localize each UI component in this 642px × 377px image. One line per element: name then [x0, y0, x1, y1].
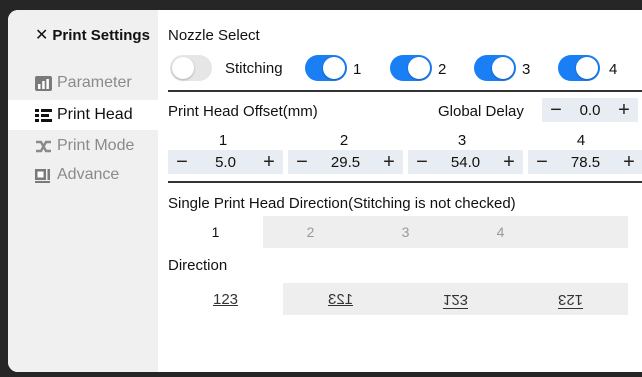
sidebar-item-label: Print Head	[57, 106, 133, 123]
direction-option-mirror-horizontal[interactable]: 123	[283, 283, 398, 315]
stitching-toggle[interactable]	[170, 55, 212, 81]
close-icon[interactable]: ✕	[35, 27, 48, 44]
direction-option-rotate[interactable]: 123	[513, 283, 628, 315]
offset-2-minus-button[interactable]: −	[294, 152, 310, 172]
direction-option-text: 123	[442, 290, 469, 308]
offset-column-4-label: 4	[576, 132, 586, 149]
offset-column-1-label: 1	[218, 132, 228, 149]
sidebar-title-text: Print Settings	[52, 27, 150, 44]
sidebar-item-print-head[interactable]: Print Head	[8, 100, 158, 130]
stitching-label: Stitching	[225, 60, 283, 77]
sidebar-item-print-mode[interactable]: Print Mode	[8, 131, 158, 161]
shuffle-icon	[36, 140, 51, 152]
offset-2-plus-button[interactable]: +	[381, 152, 397, 172]
direction-option-text: 123	[212, 290, 239, 308]
direction-option-normal[interactable]: 123	[168, 283, 283, 315]
offset-4-value[interactable]: 78.5	[571, 154, 600, 171]
offset-stepper-1: − 5.0 +	[168, 150, 283, 174]
global-delay-plus-button[interactable]: +	[616, 100, 632, 120]
offset-3-value[interactable]: 54.0	[451, 154, 480, 171]
direction-label: Direction	[168, 257, 228, 274]
section-divider	[168, 90, 642, 92]
global-delay-minus-button[interactable]: −	[548, 100, 564, 120]
head-tab-3[interactable]: 3	[358, 216, 453, 248]
nozzle-4-toggle[interactable]	[558, 55, 600, 81]
offset-4-plus-button[interactable]: +	[621, 152, 637, 172]
nozzle-1-toggle[interactable]	[305, 55, 347, 81]
list-icon	[35, 108, 52, 122]
head-select-segmented: 1 2 3 4	[168, 216, 628, 248]
head-tab-4[interactable]: 4	[453, 216, 548, 248]
sidebar: ✕ Print Settings Parameter Print Head Pr…	[8, 10, 158, 372]
nozzle-3-label: 3	[522, 61, 531, 78]
offset-2-value[interactable]: 29.5	[331, 154, 360, 171]
offset-title: Print Head Offset(mm)	[168, 103, 318, 120]
nozzle-1-label: 1	[353, 61, 362, 78]
nozzle-select-title: Nozzle Select	[168, 27, 260, 44]
bar-chart-icon	[35, 75, 52, 91]
offset-1-minus-button[interactable]: −	[174, 152, 190, 172]
head-tab-2[interactable]: 2	[263, 216, 358, 248]
main-panel: Nozzle Select Stitching 1 2 3 4 Print He…	[158, 10, 642, 372]
print-settings-window: ✕ Print Settings Parameter Print Head Pr…	[8, 10, 642, 372]
direction-option-text: 123	[327, 290, 354, 308]
offset-1-value[interactable]: 5.0	[215, 154, 236, 171]
offset-column-2-label: 2	[339, 132, 349, 149]
sidebar-item-label: Print Mode	[57, 137, 135, 154]
global-delay-label: Global Delay	[438, 103, 524, 120]
sidebar-title: ✕ Print Settings	[35, 25, 150, 45]
offset-3-plus-button[interactable]: +	[501, 152, 517, 172]
nozzle-2-toggle[interactable]	[390, 55, 432, 81]
head-tab-1[interactable]: 1	[168, 216, 263, 248]
offset-stepper-4: − 78.5 +	[528, 150, 642, 174]
offset-3-minus-button[interactable]: −	[414, 152, 430, 172]
sidebar-item-parameter[interactable]: Parameter	[8, 68, 158, 98]
sidebar-item-label: Parameter	[57, 74, 132, 91]
global-delay-stepper: − 0.0 +	[542, 98, 638, 122]
advance-icon	[35, 168, 50, 183]
nozzle-3-toggle[interactable]	[474, 55, 516, 81]
direction-title: Single Print Head Direction(Stitching is…	[168, 195, 516, 212]
nozzle-2-label: 2	[438, 61, 447, 78]
global-delay-value[interactable]: 0.0	[580, 102, 601, 119]
direction-option-mirror-vertical[interactable]: 123	[398, 283, 513, 315]
sidebar-item-label: Advance	[57, 166, 120, 183]
direction-segmented: 123 123 123 123	[168, 283, 628, 315]
nozzle-4-label: 4	[609, 61, 618, 78]
section-divider	[168, 181, 642, 183]
offset-4-minus-button[interactable]: −	[534, 152, 550, 172]
offset-column-3-label: 3	[457, 132, 467, 149]
direction-option-text: 123	[557, 290, 584, 308]
offset-stepper-3: − 54.0 +	[408, 150, 523, 174]
sidebar-item-advance[interactable]: Advance	[8, 160, 158, 190]
offset-stepper-2: − 29.5 +	[288, 150, 403, 174]
offset-1-plus-button[interactable]: +	[261, 152, 277, 172]
